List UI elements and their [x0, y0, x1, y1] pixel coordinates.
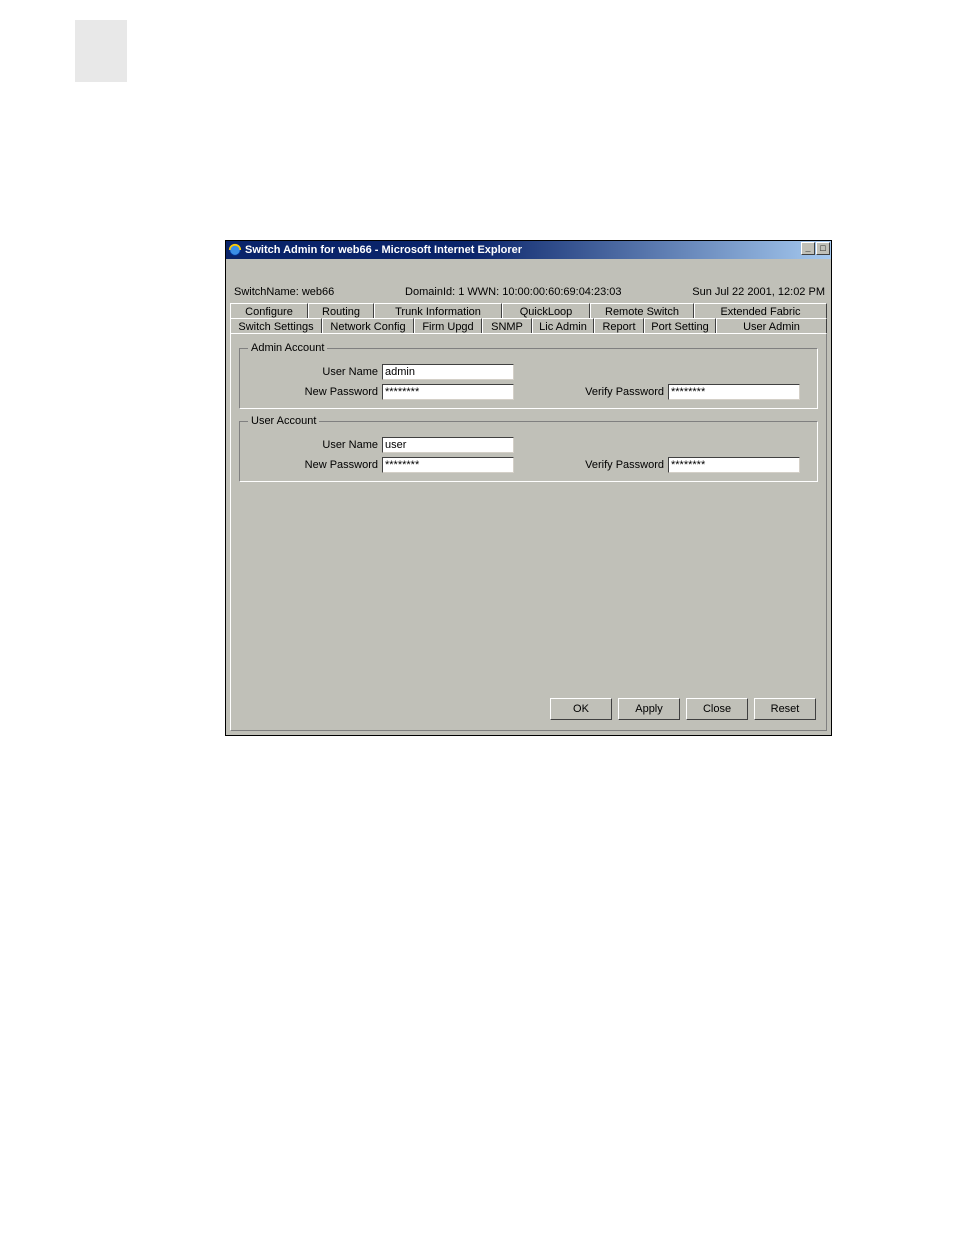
- tab-routing[interactable]: Routing: [308, 303, 374, 318]
- maximize-button[interactable]: □: [816, 242, 830, 255]
- admin-verifypassword-input[interactable]: [668, 384, 800, 400]
- close-button[interactable]: Close: [686, 698, 748, 720]
- tab-switch-settings[interactable]: Switch Settings: [230, 318, 322, 333]
- admin-username-input[interactable]: [382, 364, 514, 380]
- admin-username-label: User Name: [248, 366, 382, 378]
- tab-panel-user-admin: Admin Account User Name New Password Ver…: [230, 333, 827, 731]
- titlebar[interactable]: Switch Admin for web66 - Microsoft Inter…: [226, 241, 831, 259]
- tab-extended-fabric[interactable]: Extended Fabric: [694, 303, 827, 318]
- tab-lic-admin[interactable]: Lic Admin: [532, 318, 594, 333]
- ok-button[interactable]: OK: [550, 698, 612, 720]
- menubar-spacer: [226, 259, 831, 281]
- user-username-input[interactable]: [382, 437, 514, 453]
- ie-icon: [228, 243, 242, 257]
- window-title: Switch Admin for web66 - Microsoft Inter…: [245, 244, 522, 256]
- apply-button[interactable]: Apply: [618, 698, 680, 720]
- user-account-group: User Account User Name New Password Veri…: [239, 415, 818, 482]
- minimize-button[interactable]: _: [801, 242, 815, 255]
- admin-verifypassword-label: Verify Password: [544, 386, 668, 398]
- info-header: SwitchName: web66 DomainId: 1 WWN: 10:00…: [226, 281, 831, 303]
- ie-window: Switch Admin for web66 - Microsoft Inter…: [225, 240, 832, 736]
- admin-newpassword-input[interactable]: [382, 384, 514, 400]
- timestamp-label: Sun Jul 22 2001, 12:02 PM: [692, 286, 825, 298]
- tab-report[interactable]: Report: [594, 318, 644, 333]
- tab-port-setting[interactable]: Port Setting: [644, 318, 716, 333]
- tab-configure[interactable]: Configure: [230, 303, 308, 318]
- user-verifypassword-input[interactable]: [668, 457, 800, 473]
- tab-row-2: Switch Settings Network Config Firm Upgd…: [230, 318, 827, 333]
- user-account-legend: User Account: [248, 415, 319, 427]
- action-button-row: OK Apply Close Reset: [544, 698, 816, 720]
- admin-account-group: Admin Account User Name New Password Ver…: [239, 342, 818, 409]
- tab-snmp[interactable]: SNMP: [482, 318, 532, 333]
- tab-quickloop[interactable]: QuickLoop: [502, 303, 590, 318]
- reset-button[interactable]: Reset: [754, 698, 816, 720]
- admin-account-legend: Admin Account: [248, 342, 327, 354]
- tab-trunk-information[interactable]: Trunk Information: [374, 303, 502, 318]
- tab-remote-switch[interactable]: Remote Switch: [590, 303, 694, 318]
- user-newpassword-label: New Password: [248, 459, 382, 471]
- window-buttons: _ □: [800, 242, 830, 255]
- tab-network-config[interactable]: Network Config: [322, 318, 414, 333]
- user-newpassword-input[interactable]: [382, 457, 514, 473]
- user-username-label: User Name: [248, 439, 382, 451]
- domain-wwn-label: DomainId: 1 WWN: 10:00:00:60:69:04:23:03: [405, 286, 621, 298]
- content-area: Configure Routing Trunk Information Quic…: [226, 303, 831, 735]
- admin-newpassword-label: New Password: [248, 386, 382, 398]
- tab-row-1: Configure Routing Trunk Information Quic…: [230, 303, 827, 318]
- tab-firm-upgd[interactable]: Firm Upgd: [414, 318, 482, 333]
- switch-name-label: SwitchName: web66: [234, 286, 334, 298]
- tab-user-admin[interactable]: User Admin: [716, 318, 827, 333]
- page-margin-block: [75, 20, 127, 82]
- user-verifypassword-label: Verify Password: [544, 459, 668, 471]
